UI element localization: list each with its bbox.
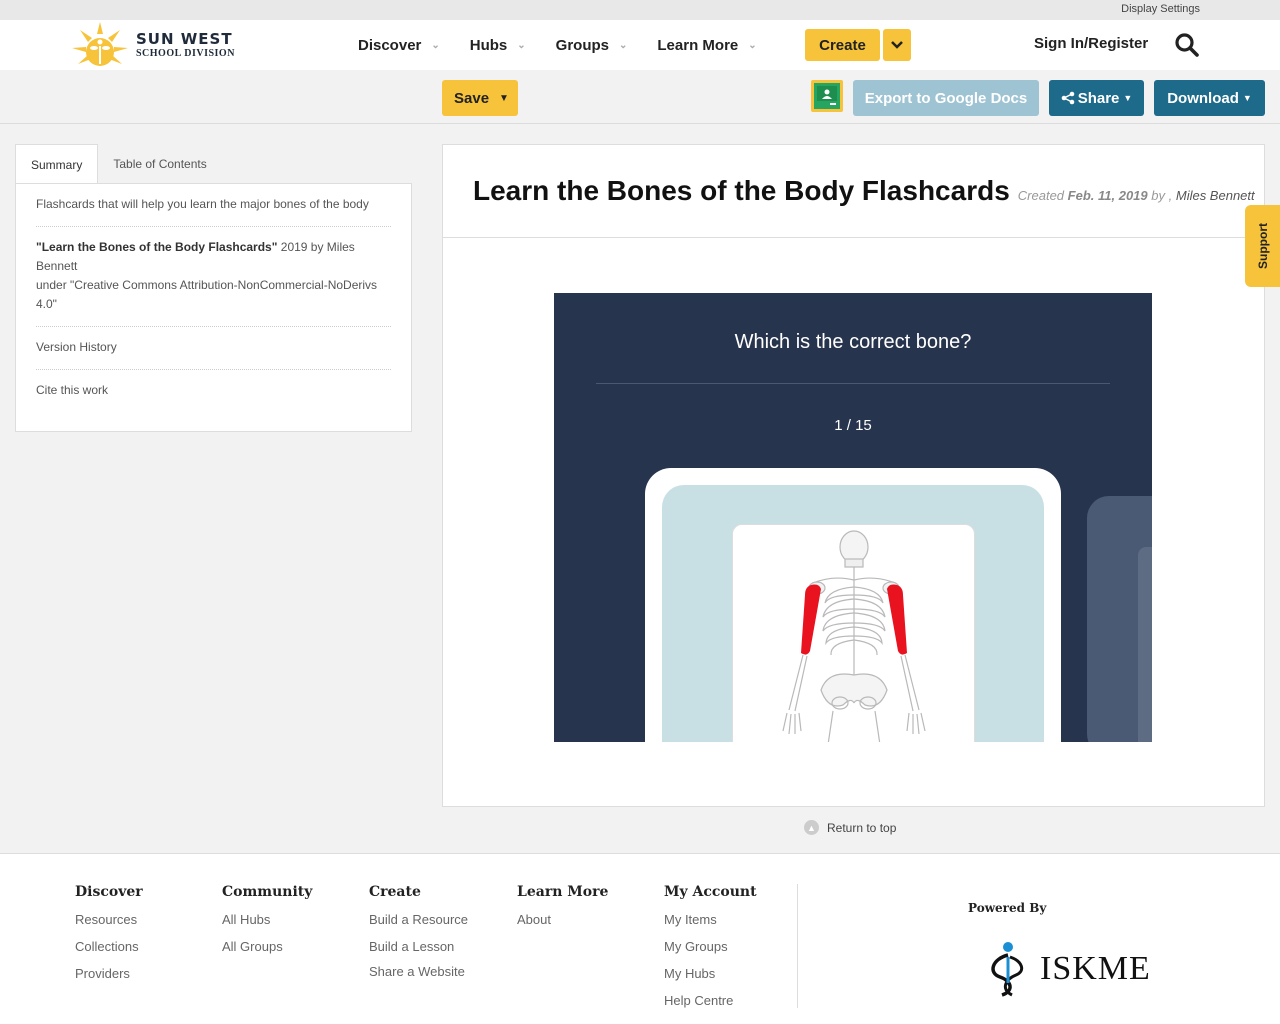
logo-line1: SUN WEST (136, 29, 233, 48)
site-footer: Discover Resources Collections Providers… (0, 853, 1280, 1024)
google-classroom-icon[interactable] (811, 80, 843, 112)
footer-link-about[interactable]: About (517, 912, 608, 927)
caret-down-icon: ▼ (499, 92, 509, 104)
nav-groups[interactable]: Groups ⌄ (556, 37, 628, 54)
footer-col-create: Create Build a Resource Build a Lesson S… (369, 884, 468, 991)
flashcard-next-inner (1138, 547, 1152, 742)
footer-link-collections[interactable]: Collections (75, 939, 143, 954)
page-title: Learn the Bones of the Body Flashcards (473, 175, 1010, 206)
create-button[interactable]: Create (805, 29, 880, 61)
chevron-down-icon (891, 41, 903, 49)
create-dropdown-button[interactable] (883, 29, 911, 61)
caret-down-icon: ▼ (1123, 93, 1133, 103)
footer-heading: Create (369, 884, 421, 900)
footer-link-resources[interactable]: Resources (75, 912, 143, 927)
save-button[interactable]: Save ▼ (442, 80, 518, 116)
flashcard-counter: 1 / 15 (834, 417, 872, 434)
logo-line2: SCHOOL DIVISION (136, 47, 235, 59)
divider (797, 884, 798, 1008)
footer-heading: My Account (664, 884, 757, 900)
footer-link-my-groups[interactable]: My Groups (664, 939, 757, 954)
license-info: "Learn the Bones of the Body Flashcards"… (36, 227, 391, 327)
caret-down-icon: ▼ (1242, 93, 1252, 103)
resource-toolbar: Save ▼ Export to Google Docs Share ▼ Dow… (0, 70, 1280, 124)
support-tab[interactable]: Support (1245, 205, 1280, 287)
footer-col-my-account: My Account My Items My Groups My Hubs He… (664, 884, 757, 1020)
skeleton-humerus-illustration (782, 530, 926, 742)
footer-heading: Learn More (517, 884, 609, 900)
footer-col-community: Community All Hubs All Groups (222, 884, 312, 966)
footer-link-build-resource[interactable]: Build a Resource (369, 912, 468, 927)
export-google-docs-button[interactable]: Export to Google Docs (853, 80, 1039, 116)
download-button[interactable]: Download ▼ (1154, 80, 1265, 116)
chevron-down-icon: ⌄ (431, 39, 440, 51)
sun-tree-icon (72, 22, 128, 66)
iskme-swirl-icon (991, 942, 1024, 997)
sign-in-register-link[interactable]: Sign In/Register (1034, 35, 1148, 52)
summary-panel: Flashcards that will help you learn the … (15, 183, 412, 432)
license-terms: under "Creative Commons Attribution-NonC… (36, 278, 378, 311)
nav-discover[interactable]: Discover ⌄ (358, 37, 440, 54)
sun-west-logo[interactable]: SUN WEST SCHOOL DIVISION (70, 20, 235, 70)
author-link[interactable]: Miles Bennett (1176, 188, 1255, 203)
powered-by-label: Powered By (968, 901, 1047, 915)
resource-main: Learn the Bones of the Body Flashcards C… (442, 144, 1265, 807)
created-date: Feb. 11, 2019 (1067, 188, 1148, 203)
arrow-up-icon: ▲ (804, 820, 819, 835)
footer-link-all-groups[interactable]: All Groups (222, 939, 312, 954)
footer-link-my-hubs[interactable]: My Hubs (664, 966, 757, 981)
chevron-down-icon: ⌄ (517, 39, 526, 51)
footer-link-my-items[interactable]: My Items (664, 912, 757, 927)
site-header: SUN WEST SCHOOL DIVISION Discover ⌄ Hubs… (0, 20, 1280, 70)
footer-heading: Community (222, 884, 313, 900)
flashcard-viewer: Which is the correct bone? 1 / 15 (554, 293, 1152, 742)
footer-link-help-centre[interactable]: Help Centre (664, 993, 757, 1008)
main-nav: Discover ⌄ Hubs ⌄ Groups ⌄ Learn More ⌄ (358, 20, 787, 70)
divider (443, 237, 1264, 238)
footer-link-all-hubs[interactable]: All Hubs (222, 912, 312, 927)
share-button[interactable]: Share ▼ (1049, 80, 1144, 116)
chevron-down-icon: ⌄ (748, 39, 757, 51)
tab-summary[interactable]: Summary (15, 144, 99, 185)
flashcard-question: Which is the correct bone? (734, 331, 972, 353)
return-to-top-link[interactable]: ▲ Return to top (804, 820, 896, 835)
resource-meta: Created Feb. 11, 2019 by , Miles Bennett (1017, 188, 1255, 203)
footer-heading: Discover (75, 884, 143, 900)
tab-table-of-contents[interactable]: Table of Contents (98, 144, 221, 184)
sidebar-tabs: Summary Table of Contents (15, 144, 222, 185)
footer-link-build-lesson[interactable]: Build a Lesson (369, 939, 468, 954)
footer-col-discover: Discover Resources Collections Providers (75, 884, 143, 993)
iskme-logo[interactable]: ISKME (978, 939, 1151, 999)
footer-link-share-website[interactable]: Share a Website (369, 964, 468, 979)
search-icon[interactable] (1174, 32, 1200, 58)
utility-bar: Display Settings (0, 0, 1280, 20)
chevron-down-icon: ⌄ (619, 39, 628, 51)
share-icon (1061, 91, 1074, 105)
iskme-wordmark: ISKME (1040, 950, 1151, 987)
display-settings-link[interactable]: Display Settings (1121, 3, 1200, 15)
license-title: "Learn the Bones of the Body Flashcards" (36, 240, 278, 254)
divider (596, 383, 1110, 384)
cite-work-link[interactable]: Cite this work (36, 370, 391, 412)
footer-link-providers[interactable]: Providers (75, 966, 143, 981)
version-history-link[interactable]: Version History (36, 327, 391, 370)
footer-col-learn-more: Learn More About (517, 884, 608, 939)
nav-learn-more[interactable]: Learn More ⌄ (657, 37, 756, 54)
nav-hubs[interactable]: Hubs ⌄ (470, 37, 526, 54)
skeleton-image (732, 524, 975, 742)
resource-description: Flashcards that will help you learn the … (36, 184, 391, 227)
